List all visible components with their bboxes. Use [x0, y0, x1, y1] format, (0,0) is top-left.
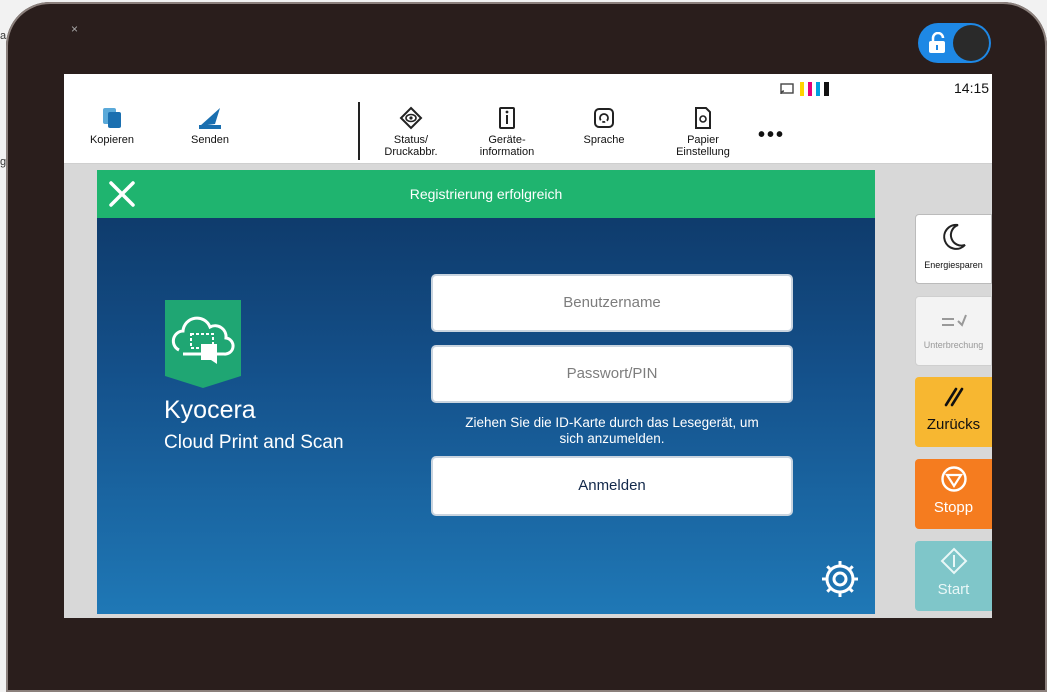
language-button[interactable]: Sprache: [574, 106, 634, 146]
password-field[interactable]: Passwort/PIN: [431, 345, 793, 403]
paper-settings-icon: [695, 107, 711, 129]
paper-label-line2: Einstellung: [676, 146, 730, 158]
moon-icon: [942, 223, 966, 250]
device-info-icon: [499, 107, 515, 129]
copy-icon: [103, 108, 121, 128]
toggle-knob: [953, 25, 989, 61]
energy-saver-button[interactable]: Energiesparen: [915, 214, 992, 284]
kyocera-cloud-logo: [165, 300, 241, 388]
username-field[interactable]: Benutzername: [431, 274, 793, 332]
lock-toggle[interactable]: [918, 23, 991, 63]
stop-label: Stopp: [933, 499, 974, 516]
paper-label-line1: Papier: [687, 134, 719, 146]
toolbar-divider: [358, 102, 360, 160]
reset-button[interactable]: Zurücks: [915, 377, 992, 447]
send-icon: [199, 108, 221, 129]
unlock-icon: [929, 32, 945, 53]
dialog-header: Registrierung erfolgreich: [97, 170, 875, 218]
status-icon: [399, 106, 423, 130]
stop-icon: [940, 466, 967, 492]
id-card-hint: Ziehen Sie die ID-Karte durch das Lesege…: [421, 415, 803, 447]
stop-button[interactable]: Stopp: [915, 459, 992, 529]
copy-label: Kopieren: [89, 134, 135, 146]
bezel-mark: ×: [71, 22, 79, 36]
status-button[interactable]: Status/ Druckabbr.: [376, 106, 446, 158]
interrupt-button[interactable]: Unterbrechung: [915, 296, 992, 366]
language-icon: [594, 108, 614, 128]
login-dialog: Registrierung erfolgreich Kyocera Cloud …: [97, 170, 875, 614]
send-button[interactable]: Senden: [186, 104, 234, 146]
send-label: Senden: [191, 134, 229, 146]
hint-line2: sich anzumelden.: [559, 431, 665, 446]
interrupt-label: Unterbrechung: [923, 340, 984, 350]
login-button[interactable]: Anmelden: [431, 456, 793, 516]
more-menu-button[interactable]: •••: [758, 124, 785, 147]
reset-label: Zurücks: [926, 416, 981, 433]
status-label-line1: Status/: [393, 134, 429, 146]
paper-settings-button[interactable]: Papier Einstellung: [668, 106, 738, 158]
device-label-line2: information: [479, 146, 535, 158]
clock: 14:15: [954, 80, 990, 96]
edge-fragment-a: a: [0, 30, 7, 42]
start-icon: [940, 547, 967, 575]
dialog-title: Registrierung erfolgreich: [409, 186, 563, 202]
toner-status-icons: [780, 82, 829, 96]
gear-icon[interactable]: [819, 558, 861, 600]
status-label-line2: Druckabbr.: [384, 146, 438, 158]
energy-label: Energiesparen: [924, 260, 983, 270]
copy-button[interactable]: Kopieren: [86, 106, 138, 146]
interrupt-icon: [941, 314, 967, 327]
touch-screen: Kopieren Senden Status/ Druckabbr. Gerät…: [64, 74, 992, 618]
device-info-button[interactable]: Geräte- information: [472, 106, 542, 158]
brand-subtitle: Cloud Print and Scan: [164, 432, 344, 453]
device-label-line1: Geräte-: [488, 134, 526, 146]
start-button[interactable]: Start: [915, 541, 992, 611]
brand-name: Kyocera: [164, 396, 256, 424]
top-toolbar: Kopieren Senden Status/ Druckabbr. Gerät…: [64, 74, 992, 164]
start-label: Start: [937, 581, 970, 598]
language-label: Sprache: [583, 134, 625, 146]
hint-line1: Ziehen Sie die ID-Karte durch das Lesege…: [465, 415, 759, 430]
reset-icon: [944, 387, 963, 407]
